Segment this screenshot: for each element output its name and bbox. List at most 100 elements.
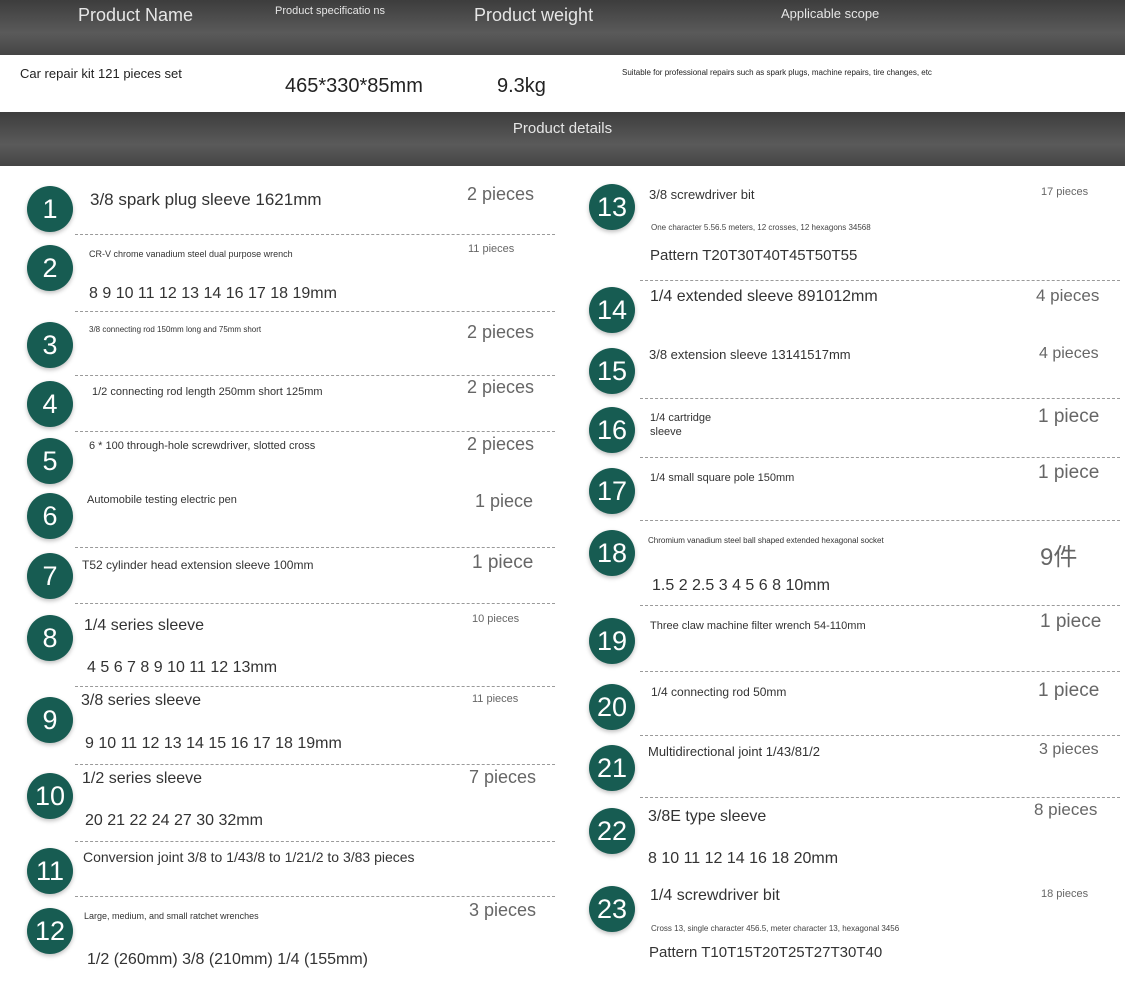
item-number-badge: 11 [27, 848, 73, 894]
row-divider [75, 686, 555, 687]
product-name: Car repair kit 121 pieces set [20, 66, 182, 81]
item-name: Three claw machine filter wrench 54-110m… [650, 620, 866, 632]
item-number-badge: 10 [27, 773, 73, 819]
item-number-badge: 1 [27, 186, 73, 232]
item-note: Cross 13, single character 456.5, meter … [651, 924, 900, 933]
product-spec: 465*330*85mm [285, 75, 423, 97]
item-quantity: 8 pieces [1034, 800, 1098, 819]
item-name: 3/8 series sleeve [81, 692, 202, 709]
item-quantity: 3 pieces [1039, 741, 1099, 758]
item-name: 1/4 screwdriver bit [650, 887, 780, 904]
item-name: Automobile testing electric pen [87, 494, 237, 506]
item-number-badge: 18 [589, 530, 635, 576]
item-number-badge: 23 [589, 886, 635, 932]
item-number-badge: 3 [27, 322, 73, 368]
header-product-spec: Product specificatio ns [275, 5, 386, 17]
item-number-badge: 14 [589, 287, 635, 333]
row-divider [640, 520, 1120, 521]
item-quantity: 1 piece [1038, 680, 1100, 701]
row-divider [75, 603, 555, 604]
item-number-badge: 22 [589, 808, 635, 854]
item-quantity: 1 piece [475, 491, 534, 511]
header-product-name: Product Name [78, 5, 194, 25]
row-divider [75, 547, 555, 548]
row-divider [75, 896, 555, 897]
item-sizes: 8 10 11 12 14 16 18 20mm [648, 850, 839, 867]
item-sizes: 1.5 2 2.5 3 4 5 6 8 10mm [652, 577, 830, 594]
item-note: One character 5.56.5 meters, 12 crosses,… [651, 223, 871, 232]
item-quantity: 1 piece [1038, 406, 1100, 427]
item-quantity: 4 pieces [1036, 286, 1100, 305]
row-divider [75, 311, 555, 312]
row-divider [640, 735, 1120, 736]
item-number-badge: 15 [589, 348, 635, 394]
item-quantity: 2 pieces [467, 377, 535, 397]
details-title: Product details [512, 120, 613, 137]
item-quantity: 17 pieces [1041, 186, 1089, 198]
item-number-badge: 8 [27, 615, 73, 661]
item-quantity: 7 pieces [469, 767, 537, 787]
row-divider [640, 671, 1120, 672]
product-weight: 9.3kg [497, 75, 546, 97]
item-number-badge: 16 [589, 407, 635, 453]
item-name: Chromium vanadium steel ball shaped exte… [648, 536, 884, 545]
item-number-badge: 2 [27, 245, 73, 291]
item-name: 3/8 connecting rod 150mm long and 75mm s… [89, 325, 262, 334]
item-name: 3/8 extension sleeve 13141517mm [649, 347, 851, 362]
row-divider [640, 605, 1120, 606]
product-scope: Suitable for professional repairs such a… [622, 68, 932, 77]
item-number-badge: 4 [27, 381, 73, 427]
item-quantity: 2 pieces [467, 322, 535, 342]
item-sizes: 1/2 (260mm) 3/8 (210mm) 1/4 (155mm) [87, 951, 368, 968]
item-quantity: 3 pieces [469, 900, 537, 920]
item-quantity: 1 piece [472, 552, 534, 573]
row-divider [75, 841, 555, 842]
item-name: 1/2 connecting rod length 250mm short 12… [92, 386, 323, 398]
item-sizes: Pattern T10T15T20T25T27T30T40 [649, 944, 883, 961]
row-divider [640, 280, 1120, 281]
item-number-badge: 17 [589, 468, 635, 514]
item-quantity: 2 pieces [467, 184, 535, 204]
item-number-badge: 21 [589, 745, 635, 791]
item-name: 3/8 spark plug sleeve 1621mm [90, 190, 322, 209]
item-name: T52 cylinder head extension sleeve 100mm [82, 558, 314, 572]
row-divider [75, 431, 555, 432]
item-quantity: 1 piece [1038, 462, 1100, 483]
item-sizes: 8 9 10 11 12 13 14 16 17 18 19mm [89, 285, 337, 302]
item-number-badge: 7 [27, 553, 73, 599]
row-divider [640, 797, 1120, 798]
header-applicable-scope: Applicable scope [781, 6, 880, 21]
item-name: Conversion joint 3/8 to 1/43/8 to 1/21/2… [83, 849, 415, 865]
item-quantity: 10 pieces [472, 613, 520, 625]
item-quantity: 11 pieces [472, 693, 519, 705]
item-number-badge: 9 [27, 697, 73, 743]
header-product-weight: Product weight [474, 5, 594, 25]
row-divider [640, 398, 1120, 399]
item-quantity: 4 pieces [1039, 345, 1099, 362]
item-name: 1/4 cartridge sleeve [650, 412, 712, 438]
item-quantity: 11 pieces [468, 243, 515, 255]
item-name: 3/8E type sleeve [648, 808, 767, 825]
item-quantity: 18 pieces [1041, 888, 1089, 900]
item-number-badge: 20 [589, 684, 635, 730]
item-sizes: 9 10 11 12 13 14 15 16 17 18 19mm [85, 735, 342, 752]
item-name: 1/4 series sleeve [84, 617, 205, 634]
item-name: Large, medium, and small ratchet wrenche… [84, 911, 259, 921]
item-number-badge: 12 [27, 908, 73, 954]
item-sizes: 20 21 22 24 27 30 32mm [85, 812, 263, 829]
item-name: Multidirectional joint 1/43/81/2 [648, 744, 820, 759]
item-name: 1/2 series sleeve [82, 770, 203, 787]
item-name: CR-V chrome vanadium steel dual purpose … [89, 249, 293, 259]
item-name: 1/4 extended sleeve 891012mm [650, 288, 878, 305]
item-name: 3/8 screwdriver bit [649, 187, 755, 202]
item-sizes: 4 5 6 7 8 9 10 11 12 13mm [87, 659, 278, 676]
item-quantity: 1 piece [1040, 611, 1102, 632]
table-header-bar: Product Name Product specificatio ns Pro… [0, 0, 1125, 55]
row-divider [640, 457, 1120, 458]
row-divider [75, 375, 555, 376]
item-name: 1/4 small square pole 150mm [650, 472, 795, 484]
item-number-badge: 13 [589, 184, 635, 230]
item-quantity: 2 pieces [467, 434, 535, 454]
row-divider [75, 234, 555, 235]
item-name: 6 * 100 through-hole screwdriver, slotte… [89, 440, 316, 452]
